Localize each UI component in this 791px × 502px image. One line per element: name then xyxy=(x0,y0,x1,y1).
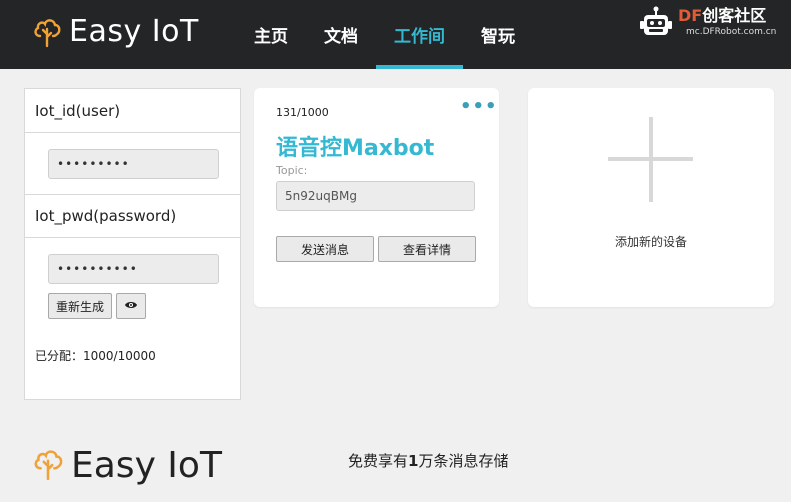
credentials-panel: Iot_id(user) ••••••••• Iot_pwd(password)… xyxy=(24,88,241,400)
header-logo[interactable]: Easy IoT xyxy=(33,14,199,49)
nav-play[interactable]: 智玩 xyxy=(463,0,533,69)
device-card: 131/1000 ••• 语音控Maxbot Topic: 5n92uqBMg … xyxy=(254,88,499,307)
show-password-button[interactable] xyxy=(116,293,147,319)
main-nav: 主页 文档 工作间 智玩 xyxy=(236,0,533,69)
footer-logo-text: Easy IoT xyxy=(71,445,222,486)
top-header: Easy IoT 主页 文档 工作间 智玩 DF创客社区 mc.DFRobot.… xyxy=(0,0,791,69)
message-count: 131/1000 xyxy=(276,106,329,119)
eye-icon xyxy=(124,299,138,313)
cloud-tree-icon xyxy=(33,16,61,48)
regenerate-button[interactable]: 重新生成 xyxy=(48,293,113,319)
iot-id-label: Iot_id(user) xyxy=(25,89,240,133)
footer-storage-note: 免费享有1万条消息存储 xyxy=(348,452,509,470)
assigned-quota: 已分配：1000/10000 xyxy=(35,349,156,363)
brand-url: mc.DFRobot.com.cn xyxy=(686,27,777,37)
brand-title: DF创客社区 xyxy=(678,6,767,25)
dfrobot-logo[interactable]: DF创客社区 mc.DFRobot.com.cn xyxy=(638,6,776,48)
topic-field[interactable]: 5n92uqBMg xyxy=(276,181,475,211)
logo-text: Easy IoT xyxy=(69,14,199,49)
nav-docs[interactable]: 文档 xyxy=(306,0,376,69)
iot-id-field[interactable]: ••••••••• xyxy=(48,148,219,179)
topic-label: Topic: xyxy=(276,164,308,177)
more-options-icon[interactable]: ••• xyxy=(460,96,498,117)
iot-pwd-field[interactable]: •••••••••• xyxy=(48,253,219,284)
cloud-tree-icon xyxy=(33,447,63,485)
send-message-button[interactable]: 发送消息 xyxy=(276,236,374,262)
nav-workspace[interactable]: 工作间 xyxy=(376,0,463,69)
nav-home[interactable]: 主页 xyxy=(236,0,306,69)
add-device-label: 添加新的设备 xyxy=(614,235,687,249)
robot-icon xyxy=(638,6,674,48)
iot-pwd-label: Iot_pwd(password) xyxy=(25,194,240,238)
device-name: 语音控Maxbot xyxy=(276,136,435,161)
view-details-button[interactable]: 查看详情 xyxy=(378,236,476,262)
footer-logo: Easy IoT xyxy=(33,445,222,486)
add-device-card[interactable]: 添加新的设备 xyxy=(528,88,774,307)
